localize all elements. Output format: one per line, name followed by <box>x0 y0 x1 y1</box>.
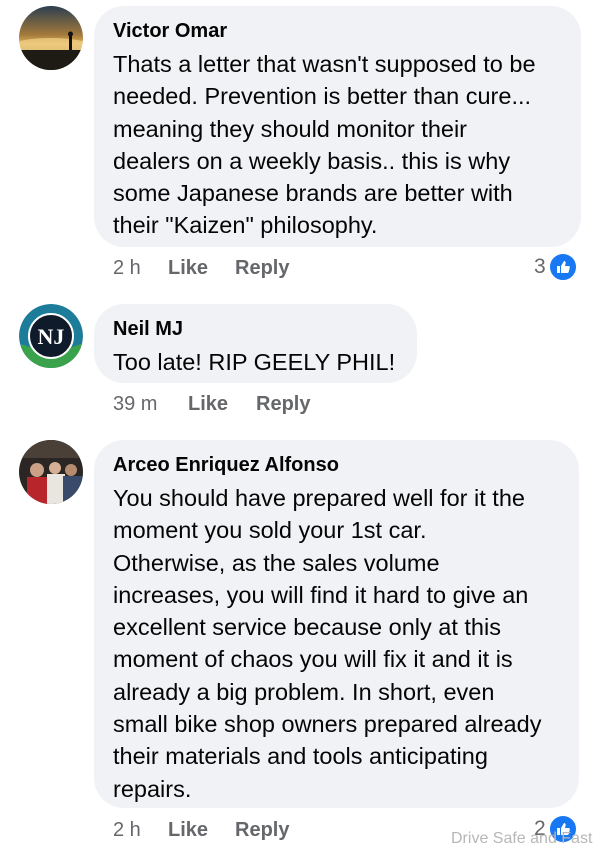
like-button[interactable]: Like <box>168 816 208 844</box>
comment-bubble: Victor Omar Thats a letter that wasn't s… <box>94 6 581 247</box>
watermark: Drive Safe and Fast <box>451 830 593 847</box>
timestamp[interactable]: 39 m <box>113 390 157 418</box>
comment-neil-mj: NJ Neil MJ Too late! RIP GEELY PHIL! 39 … <box>0 290 600 430</box>
comment-text: Thats a letter that wasn't supposed to b… <box>113 51 536 239</box>
sunset-landscape-avatar-icon <box>19 6 83 70</box>
avatar[interactable]: NJ <box>19 304 83 368</box>
comment-text: Too late! RIP GEELY PHIL! <box>113 349 396 375</box>
comment-actions: 39 m Like Reply <box>113 390 413 418</box>
reply-button[interactable]: Reply <box>256 390 310 418</box>
comment-author[interactable]: Victor Omar <box>113 18 562 44</box>
comment-actions: 2 h Like Reply <box>113 254 583 282</box>
comment-arceo-enriquez-alfonso: Arceo Enriquez Alfonso You should have p… <box>0 430 600 853</box>
comment-bubble: Arceo Enriquez Alfonso You should have p… <box>94 440 579 808</box>
reaction-summary[interactable]: 3 <box>534 253 577 281</box>
comment-bubble: Neil MJ Too late! RIP GEELY PHIL! <box>94 304 417 383</box>
nj-monogram-logo-avatar-icon: NJ <box>19 304 83 368</box>
comment-author[interactable]: Arceo Enriquez Alfonso <box>113 452 560 478</box>
reply-button[interactable]: Reply <box>235 254 289 282</box>
avatar[interactable] <box>19 6 83 70</box>
svg-text:NJ: NJ <box>38 324 65 349</box>
comment-author[interactable]: Neil MJ <box>113 316 398 342</box>
reaction-count: 3 <box>534 255 546 278</box>
avatar[interactable] <box>19 440 83 504</box>
comment-victor-omar: Victor Omar Thats a letter that wasn't s… <box>0 0 600 290</box>
timestamp[interactable]: 2 h <box>113 816 141 844</box>
reply-button[interactable]: Reply <box>235 816 289 844</box>
like-button[interactable]: Like <box>188 390 228 418</box>
group-photo-avatar-icon <box>19 440 83 504</box>
timestamp[interactable]: 2 h <box>113 254 141 282</box>
comment-text: You should have prepared well for it the… <box>113 485 542 802</box>
thumbs-up-icon <box>548 253 577 281</box>
comment-actions: 2 h Like Reply <box>113 816 413 844</box>
like-button[interactable]: Like <box>168 254 208 282</box>
